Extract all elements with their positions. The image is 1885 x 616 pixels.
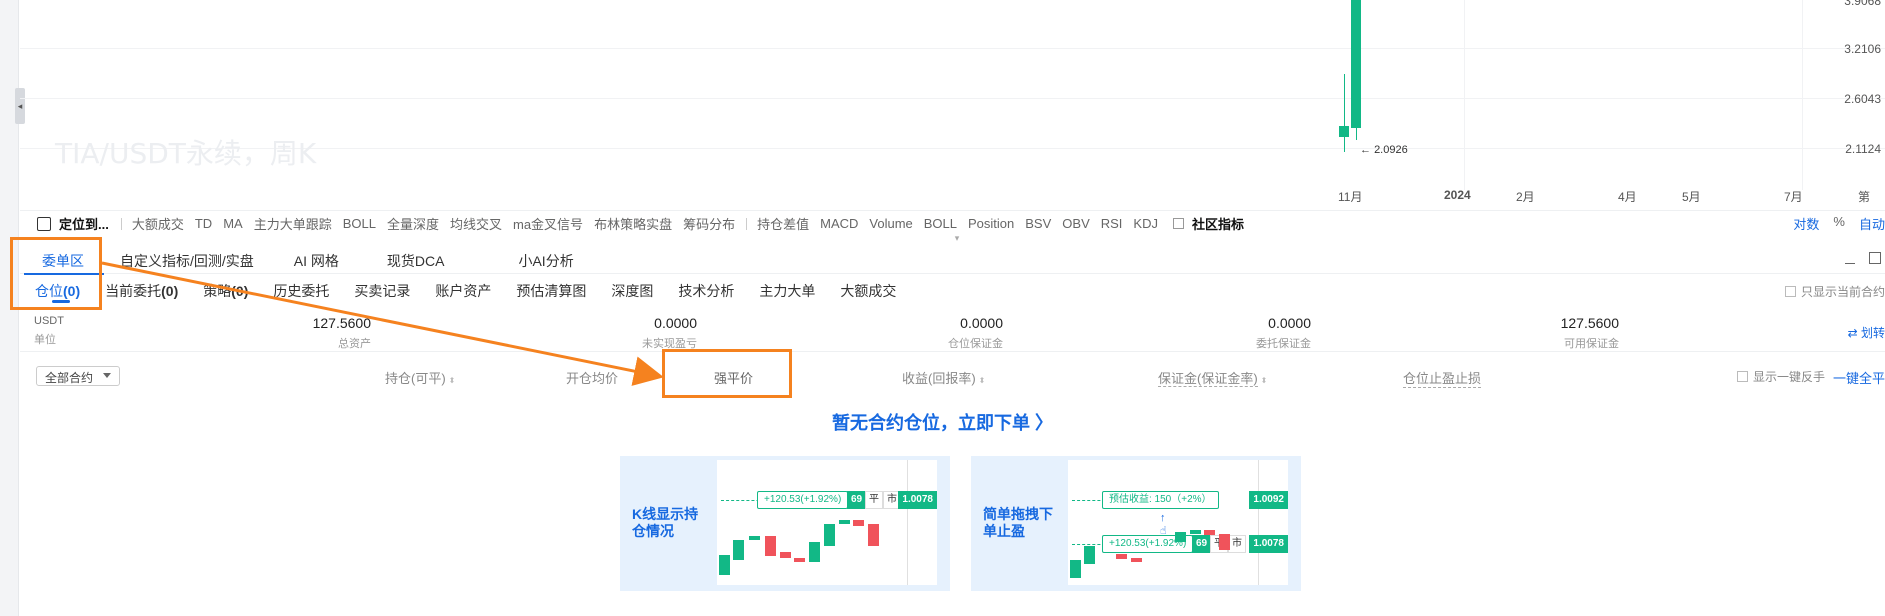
annotation-arrow (101, 261, 664, 386)
app-root: ◂ TIA/USDT永续，周K 3.9068 3.2106 2.6043 2.1… (0, 0, 1885, 616)
